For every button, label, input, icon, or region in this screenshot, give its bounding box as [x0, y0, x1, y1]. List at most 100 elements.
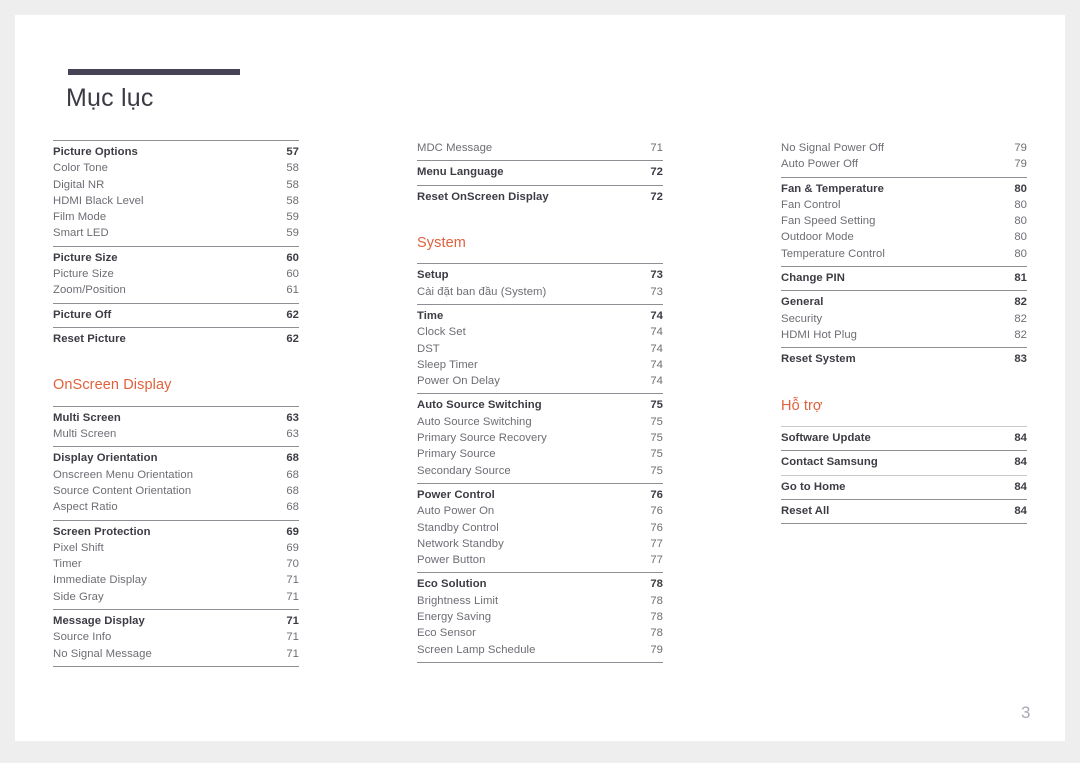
- toc-entry-label: General: [781, 296, 824, 309]
- page-number: 3: [1021, 703, 1031, 722]
- toc-entry-sub[interactable]: Picture Size 60: [53, 266, 299, 282]
- toc-entry-main[interactable]: Fan & Temperature 80: [781, 181, 1027, 197]
- toc-entry-page-number: 74: [650, 358, 663, 371]
- toc-entry-main[interactable]: Reset All 84: [781, 503, 1027, 519]
- toc-entry-main[interactable]: General 82: [781, 294, 1027, 310]
- toc-entry-sub[interactable]: Film Mode 59: [53, 209, 299, 225]
- toc-entry-sub[interactable]: Fan Speed Setting 80: [781, 213, 1027, 229]
- toc-entry-sub[interactable]: Primary Source 75: [417, 446, 663, 462]
- toc-entry-sub[interactable]: Security 82: [781, 311, 1027, 327]
- toc-entry-main[interactable]: Eco Solution 78: [417, 576, 663, 592]
- toc-entry-sub[interactable]: Side Gray 71: [53, 589, 299, 605]
- toc-entry-page-number: 73: [650, 285, 663, 298]
- toc-entry-sub[interactable]: Network Standby 77: [417, 536, 663, 552]
- toc-entry-sub[interactable]: Source Info 71: [53, 629, 299, 645]
- toc-entry-sub[interactable]: No Signal Message 71: [53, 646, 299, 662]
- toc-entry-page-number: 76: [650, 488, 663, 501]
- toc-entry-sub[interactable]: Sleep Timer 74: [417, 357, 663, 373]
- toc-group: Picture Off 62: [53, 302, 299, 327]
- toc-entry-sub[interactable]: Zoom/Position 61: [53, 282, 299, 298]
- toc-entry-sub[interactable]: Digital NR 58: [53, 177, 299, 193]
- toc-entry-sub[interactable]: Smart LED 59: [53, 225, 299, 241]
- toc-entry-label: Film Mode: [53, 211, 107, 224]
- toc-entry-sub[interactable]: Auto Power On 76: [417, 503, 663, 519]
- toc-entry-main[interactable]: Multi Screen 63: [53, 410, 299, 426]
- toc-entry-sub[interactable]: HDMI Hot Plug 82: [781, 327, 1027, 343]
- toc-entry-main[interactable]: Setup 73: [417, 267, 663, 283]
- toc-entry-sub[interactable]: No Signal Power Off 79: [781, 140, 1027, 156]
- toc-entry-main[interactable]: Time 74: [417, 308, 663, 324]
- toc-entry-sub[interactable]: Color Tone 58: [53, 160, 299, 176]
- toc-entry-label: Fan Speed Setting: [781, 215, 876, 228]
- toc-entry-main[interactable]: Message Display 71: [53, 613, 299, 629]
- toc-entry-sub[interactable]: Cài đặt ban đầu (System) 73: [417, 284, 663, 300]
- toc-entry-page-number: 70: [286, 558, 299, 571]
- toc-entry-sub[interactable]: Standby Control 76: [417, 520, 663, 536]
- toc-entry-sub[interactable]: Primary Source Recovery 75: [417, 430, 663, 446]
- toc-entry-main[interactable]: Screen Protection 69: [53, 524, 299, 540]
- toc-entry-sub[interactable]: Power On Delay 74: [417, 373, 663, 389]
- toc-entry-page-number: 68: [286, 501, 299, 514]
- toc-entry-sub[interactable]: Auto Power Off 79: [781, 156, 1027, 172]
- toc-entry-main[interactable]: Reset OnScreen Display 72: [417, 189, 663, 205]
- toc-entry-main[interactable]: Software Update 84: [781, 430, 1027, 446]
- toc-entry-label: Fan Control: [781, 198, 841, 211]
- toc-entry-sub[interactable]: Aspect Ratio 68: [53, 499, 299, 515]
- toc-entry-sub[interactable]: Temperature Control 80: [781, 246, 1027, 262]
- toc-entry-sub[interactable]: Fan Control 80: [781, 197, 1027, 213]
- toc-entry-main[interactable]: Reset Picture 62: [53, 331, 299, 347]
- toc-entry-sub[interactable]: Onscreen Menu Orientation 68: [53, 467, 299, 483]
- toc-entry-sub[interactable]: MDC Message 71: [417, 140, 663, 156]
- toc-entry-main[interactable]: Menu Language 72: [417, 164, 663, 180]
- toc-entry-main[interactable]: Picture Options 57: [53, 144, 299, 160]
- toc-entry-main[interactable]: Contact Samsung 84: [781, 454, 1027, 470]
- toc-entry-label: No Signal Power Off: [781, 142, 885, 154]
- toc-entry-page-number: 77: [650, 554, 663, 567]
- toc-group: General 82 Security 82 HDMI Hot Plug 82: [781, 290, 1027, 347]
- toc-entry-sub[interactable]: Screen Lamp Schedule 79: [417, 642, 663, 658]
- toc-entry-sub[interactable]: Immediate Display 71: [53, 572, 299, 588]
- toc-entry-sub[interactable]: DST 74: [417, 341, 663, 357]
- toc-entry-sub[interactable]: Energy Saving 78: [417, 609, 663, 625]
- toc-entry-label: Multi Screen: [53, 428, 117, 441]
- toc-entry-page-number: 78: [650, 627, 663, 640]
- toc-entry-page-number: 84: [1014, 456, 1027, 469]
- toc-entry-sub[interactable]: Timer 70: [53, 556, 299, 572]
- toc-entry-sub[interactable]: Pixel Shift 69: [53, 540, 299, 556]
- toc-entry-sub[interactable]: Eco Sensor 78: [417, 625, 663, 641]
- toc-entry-sub[interactable]: Power Button 77: [417, 552, 663, 568]
- toc-group: Picture Size 60 Picture Size 60 Zoom/Positio…: [53, 245, 299, 303]
- toc-entry-sub[interactable]: Brightness Limit 78: [417, 593, 663, 609]
- toc-entry-main[interactable]: Power Control 76: [417, 487, 663, 503]
- toc-group: Reset All 84: [781, 498, 1027, 525]
- toc-entry-sub[interactable]: Source Content Orientation 68: [53, 483, 299, 499]
- toc-entry-page-number: 71: [286, 647, 299, 660]
- toc-entry-main[interactable]: Picture Size 60: [53, 250, 299, 266]
- toc-entry-page-number: 80: [1014, 247, 1027, 260]
- toc-entry-label: Timer: [53, 558, 82, 571]
- toc-entry-page-number: 75: [650, 399, 663, 412]
- toc-entry-sub[interactable]: Outdoor Mode 80: [781, 229, 1027, 245]
- toc-group: Screen Protection 69 Pixel Shift 69 Timer 70 I…: [53, 519, 299, 609]
- toc-entry-main[interactable]: Change PIN 81: [781, 270, 1027, 286]
- toc-entry-page-number: 75: [650, 448, 663, 461]
- toc-entry-label: Picture Off: [53, 308, 112, 321]
- toc-entry-sub[interactable]: HDMI Black Level 58: [53, 193, 299, 209]
- toc-group: Reset OnScreen Display 72: [417, 184, 663, 209]
- toc-entry-sub[interactable]: Clock Set 74: [417, 324, 663, 340]
- toc-entry-main[interactable]: Reset System 83: [781, 351, 1027, 367]
- toc-entry-page-number: 71: [650, 142, 663, 154]
- toc-entry-sub[interactable]: Auto Source Switching 75: [417, 414, 663, 430]
- toc-entry-main[interactable]: Display Orientation 68: [53, 450, 299, 466]
- toc-entry-main[interactable]: Picture Off 62: [53, 307, 299, 323]
- toc-entry-main[interactable]: Go to Home 84: [781, 479, 1027, 495]
- toc-entry-page-number: 74: [650, 309, 663, 322]
- toc-entry-label: HDMI Hot Plug: [781, 328, 857, 341]
- toc-entry-sub[interactable]: Multi Screen 63: [53, 426, 299, 442]
- toc-entry-label: Fan & Temperature: [781, 182, 884, 195]
- toc-entry-page-number: 63: [286, 411, 299, 424]
- toc-group: MDC Message 71: [417, 140, 663, 160]
- toc-entry-sub[interactable]: Secondary Source 75: [417, 463, 663, 479]
- toc-entry-main[interactable]: Auto Source Switching 75: [417, 397, 663, 413]
- toc-entry-page-number: 78: [650, 611, 663, 624]
